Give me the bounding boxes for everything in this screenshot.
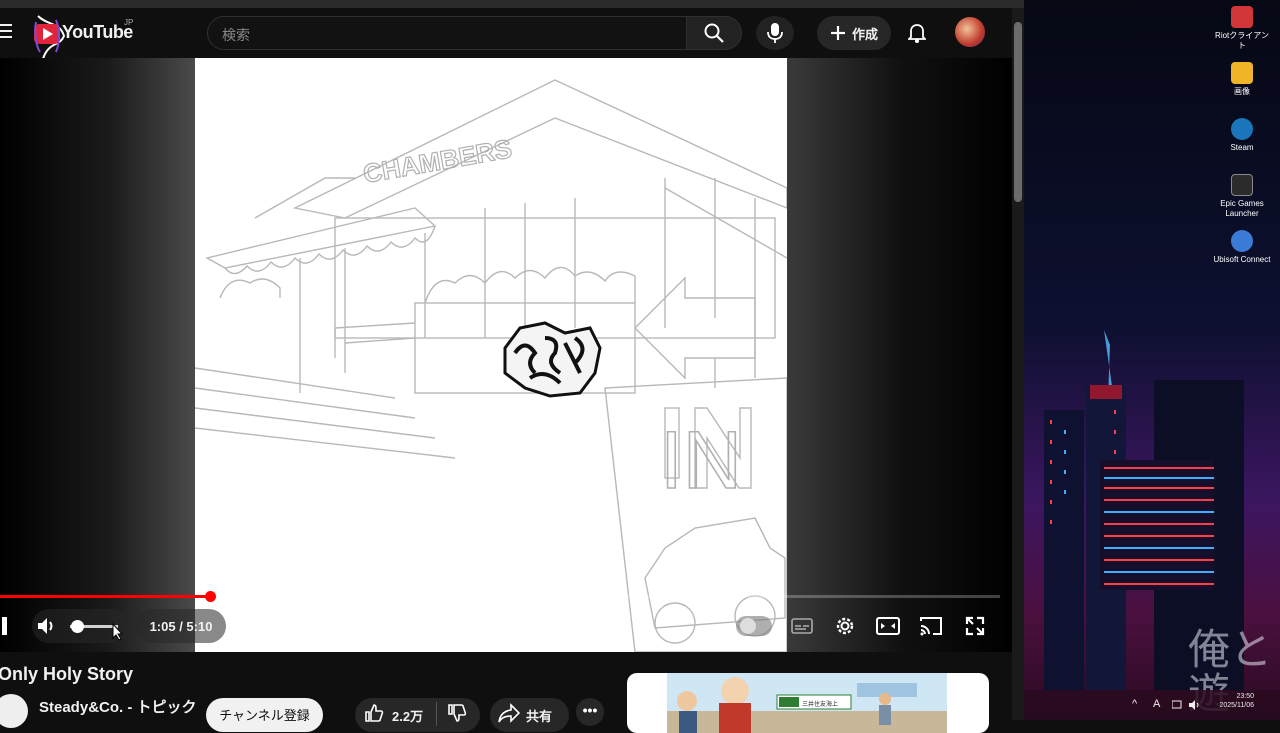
network-icon[interactable] [1172, 700, 1182, 710]
desktop-icon-label: Ubisoft Connect [1213, 255, 1271, 264]
desktop-wallpaper: Riotクライアント 画像 Steam Epic Games Launcher … [1024, 0, 1280, 720]
youtube-window: YouTube JP 検索 作成 CHAMBERS IN 1:05 / 5:10… [0, 0, 1024, 733]
player-gradient-right [787, 58, 1012, 652]
search-placeholder: 検索 [222, 27, 250, 43]
masthead: YouTube JP 検索 作成 [0, 8, 1012, 93]
subtitles-button[interactable] [789, 614, 815, 638]
desktop-icon-epic[interactable]: Epic Games Launcher [1212, 174, 1272, 219]
ubisoft-connect-icon [1231, 230, 1253, 252]
video-player[interactable]: CHAMBERS IN 1:05 / 5:10 [0, 58, 1012, 652]
video-title: Only Holy Story [0, 664, 134, 684]
theater-mode-icon [876, 617, 900, 635]
player-gradient-left [0, 58, 195, 652]
desktop-icon-ubisoft[interactable]: Ubisoft Connect [1212, 230, 1272, 265]
subtitles-icon [791, 618, 813, 634]
chevron-up-icon[interactable]: ^ [1132, 698, 1137, 710]
clock-date: 2025/11/06 [1219, 702, 1254, 709]
subscribe-button[interactable]: チャンネル登録 [206, 698, 323, 732]
ime-indicator[interactable]: A [1153, 698, 1160, 710]
volume-icon[interactable] [36, 616, 56, 636]
time-display: 1:05 / 5:10 [136, 609, 226, 643]
search-icon [704, 23, 724, 43]
more-actions-button[interactable]: ••• [576, 698, 604, 726]
desktop-icon-riot[interactable]: Riotクライアント [1212, 6, 1272, 51]
speaker-icon[interactable] [1188, 699, 1200, 711]
scrollbar-thumb[interactable] [1014, 22, 1022, 202]
browser-top-strip [0, 0, 1024, 8]
notifications-button[interactable] [902, 18, 932, 48]
desktop-icon-label: Riotクライアント [1215, 31, 1269, 50]
mouse-cursor-icon [112, 623, 124, 641]
voice-search-button[interactable] [756, 16, 794, 50]
desktop-icon-label: 画像 [1234, 87, 1250, 96]
share-icon [498, 703, 520, 723]
search-input[interactable]: 検索 [207, 16, 687, 50]
played-bar [0, 595, 210, 598]
account-avatar[interactable] [955, 17, 985, 47]
menu-icon[interactable] [0, 24, 12, 38]
theater-mode-button[interactable] [875, 614, 901, 638]
search-button[interactable] [686, 16, 742, 50]
artwork-sign-text: CHAMBERS [361, 133, 514, 189]
artwork-board-text: IN [660, 415, 742, 506]
folder-icon [1231, 62, 1253, 84]
like-icon[interactable] [364, 703, 384, 723]
video-frame[interactable]: CHAMBERS IN [195, 58, 787, 652]
desktop-icon-images[interactable]: 画像 [1212, 62, 1272, 97]
region-code: JP [124, 18, 134, 27]
graffiti-logo-icon [503, 321, 602, 398]
fullscreen-button[interactable] [962, 614, 988, 638]
page-scrollbar[interactable] [1012, 8, 1024, 720]
settings-button[interactable] [832, 614, 858, 638]
like-divider [436, 702, 437, 726]
gear-icon [836, 617, 854, 635]
microphone-icon [767, 23, 783, 43]
share-label: 共有 [526, 709, 553, 724]
ad-banner[interactable]: 三井住友海上 [627, 673, 989, 733]
channel-name[interactable]: Steady&Co. - トピック [39, 696, 197, 717]
steam-icon [1231, 118, 1253, 140]
desktop-icon-label: Steam [1230, 143, 1254, 152]
desktop-icon-steam[interactable]: Steam [1212, 118, 1272, 153]
ad-brand-text: 三井住友海上 [802, 700, 838, 708]
desktop-icon-label: Epic Games Launcher [1220, 199, 1264, 218]
logo-text[interactable]: YouTube [62, 22, 133, 43]
city-wallpaper-art [1044, 330, 1244, 690]
volume-handle[interactable] [71, 620, 84, 633]
autoplay-knob [740, 618, 756, 634]
ad-image: 三井住友海上 [667, 673, 947, 733]
fullscreen-icon [965, 616, 985, 636]
epic-games-icon [1231, 174, 1253, 196]
scrubber-handle[interactable] [205, 591, 216, 602]
create-label: 作成 [851, 26, 878, 42]
bell-icon [908, 24, 926, 43]
video-artwork: CHAMBERS IN [195, 79, 787, 652]
create-button[interactable]: 作成 [817, 16, 891, 50]
dislike-icon[interactable] [447, 703, 467, 723]
riot-client-icon [1231, 6, 1253, 28]
taskbar-clock[interactable]: 23:50 2025/11/06 [1208, 692, 1254, 710]
clock-time: 23:50 [1236, 693, 1254, 700]
channel-avatar[interactable] [0, 694, 28, 728]
cast-icon [920, 617, 942, 636]
pause-icon[interactable] [2, 617, 7, 635]
cast-button[interactable] [918, 614, 944, 638]
like-count[interactable]: 2.2万 [392, 706, 423, 725]
plus-icon [830, 26, 845, 40]
